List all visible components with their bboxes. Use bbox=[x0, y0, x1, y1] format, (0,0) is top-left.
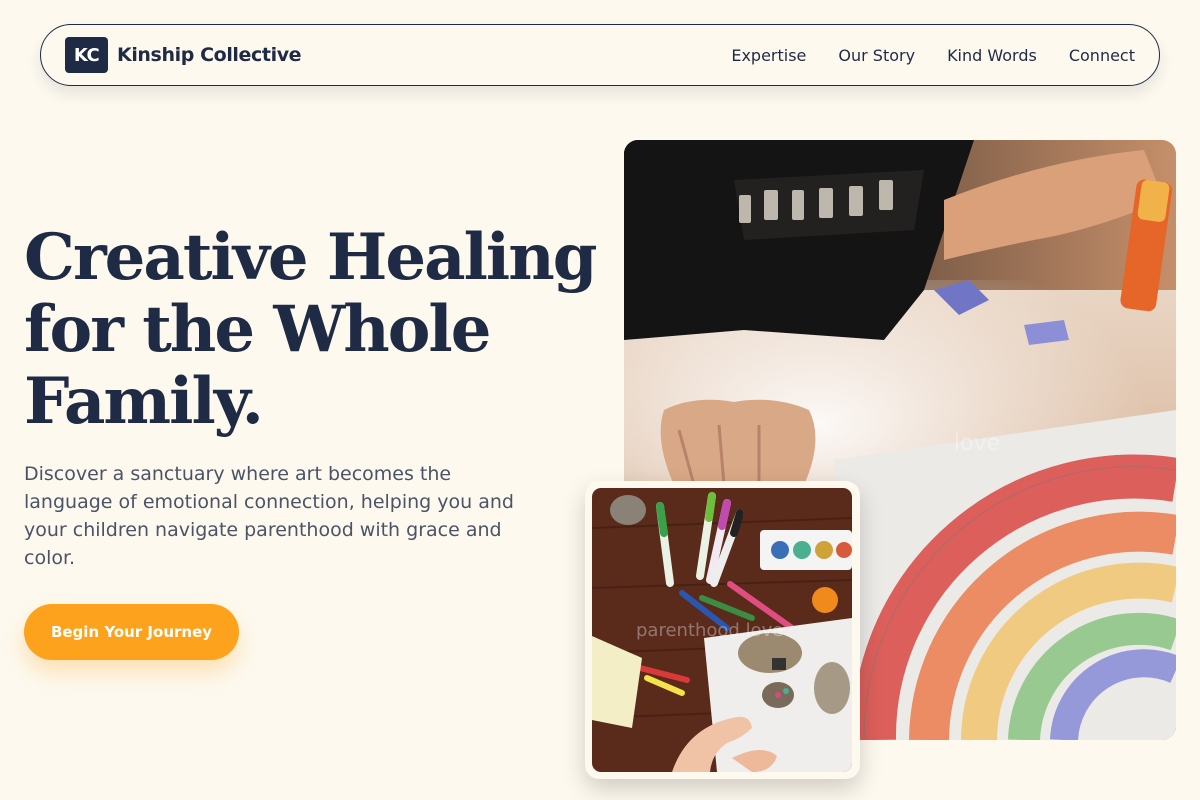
hero-headline-line-1: Creative Healing bbox=[24, 220, 597, 295]
brand-logo-link[interactable]: KC Kinship Collective bbox=[65, 37, 302, 73]
art-supplies-illustration: parenthood.love bbox=[592, 488, 852, 772]
nav-link-connect[interactable]: Connect bbox=[1069, 46, 1135, 65]
hero-headline-line-2: for the Whole bbox=[24, 292, 491, 367]
hero-headline: Creative Healing for the Whole Family. bbox=[24, 222, 604, 438]
brand-name: Kinship Collective bbox=[117, 44, 302, 66]
inset-photo-watermark: parenthood.love bbox=[636, 620, 783, 641]
hero-photo-inset: parenthood.love bbox=[592, 488, 852, 772]
main-photo-watermark: love bbox=[954, 431, 1000, 456]
nav-link-expertise[interactable]: Expertise bbox=[731, 46, 806, 65]
hero-headline-line-3: Family. bbox=[24, 364, 264, 439]
nav-link-kind-words[interactable]: Kind Words bbox=[947, 46, 1037, 65]
hero-description: Discover a sanctuary where art becomes t… bbox=[24, 463, 514, 569]
top-navbar: KC Kinship Collective Expertise Our Stor… bbox=[40, 24, 1160, 86]
brand-logo-mark: KC bbox=[65, 37, 108, 73]
begin-journey-button[interactable]: Begin Your Journey bbox=[24, 604, 239, 660]
nav-links: Expertise Our Story Kind Words Connect bbox=[731, 46, 1135, 65]
hero-photo-inset-frame: parenthood.love bbox=[585, 481, 860, 779]
nav-link-our-story[interactable]: Our Story bbox=[838, 46, 915, 65]
